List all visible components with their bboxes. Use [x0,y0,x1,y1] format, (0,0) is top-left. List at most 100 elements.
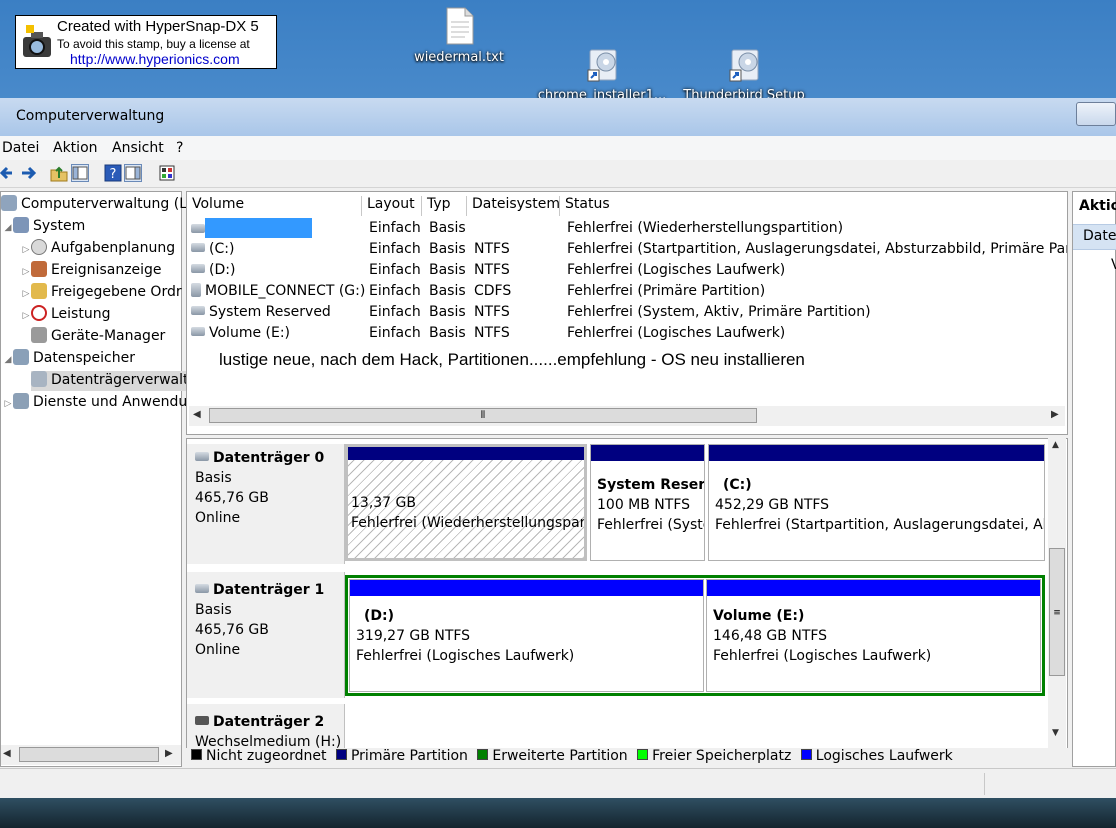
tree-item-label: Dienste und Anwendu [33,394,188,410]
table-row[interactable]: MOBILE_CONNECT (G:) Einfach Basis CDFS F… [189,281,1065,302]
legend-label: Erweiterte Partition [492,748,628,764]
tree-item-ereignisanzeige[interactable]: ▷ Ereignisanzeige [21,261,162,281]
up-folder-icon[interactable] [50,164,68,182]
stamp-url[interactable]: http://www.hyperionics.com [70,51,240,67]
extended-partition[interactable]: (D:) 319,27 GB NTFS Fehlerfrei (Logische… [345,575,1045,696]
scroll-right-icon[interactable]: ▶ [1051,409,1059,420]
minimize-button[interactable] [1076,102,1116,126]
tree-item-system[interactable]: ◢ System [3,217,85,237]
clock-icon [31,239,47,255]
camera-icon [23,25,51,57]
tree-item-freigegebene-ordner[interactable]: ▷ Freigegebene Ordr [21,283,182,303]
stamp-line1: Created with HyperSnap-DX 5 [57,18,259,35]
table-row[interactable]: System Reserved Einfach Basis NTFS Fehle… [189,302,1065,323]
status-bar [0,768,1116,798]
cell-fs: NTFS [474,262,510,278]
desktop-icon-wiedermal[interactable]: wiedermal.txt [389,6,529,67]
scrollbar-thumb[interactable]: ≡ [1049,548,1065,676]
cell-fs: NTFS [474,241,510,257]
table-row[interactable]: Einfach Basis Fehlerfrei (Wiederherstell… [189,218,1065,239]
table-row[interactable]: (D:) Einfach Basis NTFS Fehlerfrei (Logi… [189,260,1065,281]
collapsed-arrow-icon[interactable]: ▷ [21,267,31,277]
disk-icon [195,584,209,593]
collapsed-arrow-icon[interactable]: ▷ [21,311,31,321]
show-console-tree-icon[interactable] [71,164,89,182]
column-header-typ[interactable]: Typ [422,196,467,216]
scroll-left-icon[interactable]: ◀ [193,409,201,420]
cell-fs: NTFS [474,304,510,320]
tree-item-label: Ereignisanzeige [51,262,162,278]
disk-1-info[interactable]: Datenträger 1 Basis 465,76 GB Online [187,572,345,698]
menu-aktion[interactable]: Aktion [53,140,98,156]
tree-root[interactable]: Computerverwaltung (Lc [1,195,195,215]
volume-list-horizontal-scrollbar[interactable]: ◀ ⦀ ▶ [189,406,1065,426]
tree-item-datentraegerverwaltung[interactable]: Datenträgerverwalt [31,371,189,391]
disk-0-info[interactable]: Datenträger 0 Basis 465,76 GB Online [187,444,345,564]
title-bar[interactable]: Computerverwaltung [0,98,1116,136]
disk-view-vertical-scrollbar[interactable]: ▲ ≡ ▼ [1048,438,1066,768]
cell-volume: (D:) [209,262,236,278]
scrollbar-thumb[interactable] [19,747,159,762]
logical-drive-bar [350,580,703,596]
tree-item-label: Freigegebene Ordr [51,284,182,300]
expanded-arrow-icon[interactable]: ◢ [3,223,13,233]
column-header-dateisystem[interactable]: Dateisystem [467,196,560,216]
expanded-arrow-icon[interactable]: ◢ [3,355,13,365]
partition-c[interactable]: (C:) 452,29 GB NTFS Fehlerfrei (Startpar… [708,444,1045,561]
cell-layout: Einfach [369,262,421,278]
partition-d[interactable]: (D:) 319,27 GB NTFS Fehlerfrei (Logische… [349,579,704,692]
forward-icon[interactable] [20,164,38,182]
cell-status: Fehlerfrei (Logisches Laufwerk) [567,262,786,278]
cell-volume: (C:) [209,241,235,257]
tree-item-datenspeicher[interactable]: ◢ Datenspeicher [3,349,135,369]
cell-layout: Einfach [369,304,421,320]
column-header-volume[interactable]: Volume [187,196,362,216]
collapsed-arrow-icon[interactable]: ▷ [3,399,13,409]
partition-status: Fehlerfrei (Startpartition, Auslagerungs… [715,517,1045,533]
partition-status: Fehlerfrei (Logisches Laufwerk) [713,648,932,664]
menu-help[interactable]: ? [176,140,183,156]
tree-item-label: Aufgabenplanung [51,240,176,256]
scrollbar-thumb[interactable]: ⦀ [209,408,757,423]
collapsed-arrow-icon[interactable]: ▷ [21,245,31,255]
column-header-status[interactable]: Status [560,196,1065,216]
console-tree: Computerverwaltung (Lc ◢ System ▷ Aufgaben… [0,191,195,767]
cell-status: Fehlerfrei (Logisches Laufwerk) [567,325,786,341]
table-row[interactable]: (C:) Einfach Basis NTFS Fehlerfrei (Star… [189,239,1067,260]
actions-item-label: Daten [1083,228,1116,244]
disk-state: Online [195,510,241,526]
help-icon[interactable]: ? [104,164,122,182]
computer-management-icon [1,195,17,211]
drive-icon [191,264,205,273]
tree-item-geraete-manager[interactable]: Geräte-Manager [31,327,165,347]
partition-system-reserved[interactable]: System Reserv 100 MB NTFS Fehlerfrei (Sy… [590,444,705,561]
collapsed-arrow-icon[interactable]: ▷ [21,289,31,299]
table-row[interactable]: Volume (E:) Einfach Basis NTFS Fehlerfre… [189,323,1065,344]
properties-icon[interactable] [158,164,176,182]
actions-subitem[interactable]: V [1111,257,1116,273]
back-icon[interactable] [0,164,18,182]
menu-ansicht[interactable]: Ansicht [112,140,164,156]
tree-horizontal-scrollbar[interactable]: ◀ ▶ [1,745,181,765]
scroll-down-icon[interactable]: ▼ [1052,728,1059,738]
partition-recovery[interactable]: 13,37 GB Fehlerfrei (Wiederherstellungsp… [345,444,587,561]
legend-label: Nicht zugeordnet [206,748,327,764]
tree-item-dienste[interactable]: ▷ Dienste und Anwendu [3,393,187,413]
scroll-right-icon[interactable]: ▶ [165,748,173,759]
tree-item-label: Leistung [51,306,111,322]
scroll-left-icon[interactable]: ◀ [3,748,11,759]
installer-shortcut-icon [726,25,762,82]
menu-datei[interactable]: Datei [2,140,39,156]
actions-item[interactable]: Daten [1073,224,1116,250]
tree-item-leistung[interactable]: ▷ Leistung [21,305,110,325]
partition-title: (D:) [364,608,395,624]
partition-e[interactable]: Volume (E:) 146,48 GB NTFS Fehlerfrei (L… [706,579,1041,692]
scroll-up-icon[interactable]: ▲ [1052,440,1059,450]
taskbar [0,798,1116,828]
column-header-layout[interactable]: Layout [362,196,422,216]
legend-bar: Nicht zugeordnet Primäre Partition Erwei… [186,748,1068,768]
disk-type: Basis [195,470,232,486]
show-action-pane-icon[interactable] [124,164,142,182]
cell-layout: Einfach [369,325,421,341]
tree-item-aufgabenplanung[interactable]: ▷ Aufgabenplanung [21,239,175,259]
